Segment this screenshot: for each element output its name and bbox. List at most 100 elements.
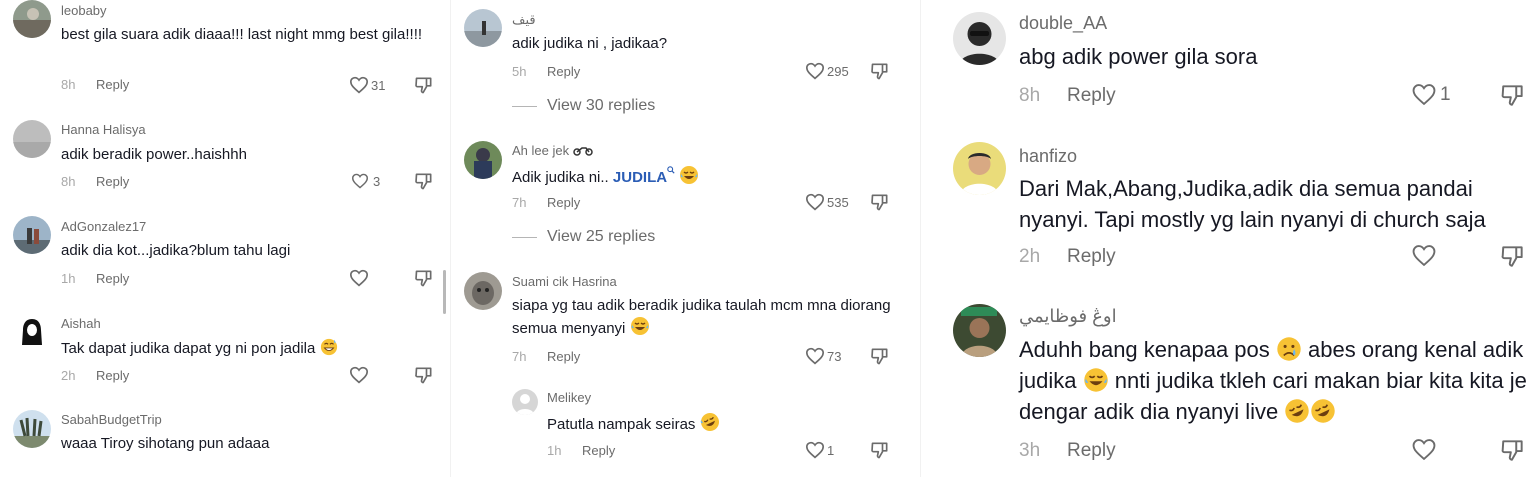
motorcycle-emoji — [572, 147, 593, 156]
comment-username[interactable]: AdGonzalez17 — [61, 219, 146, 234]
like-button[interactable]: 1 — [805, 441, 834, 459]
grinning-sweat-emoji — [320, 338, 337, 356]
like-button[interactable]: 1 — [1411, 83, 1451, 106]
comment-time: 5h — [512, 64, 527, 79]
like-count: 31 — [371, 77, 386, 93]
heart-outline-icon — [805, 347, 825, 365]
heart-outline-icon — [349, 269, 369, 287]
avatar[interactable] — [953, 142, 1006, 195]
comment-username[interactable]: قيف — [512, 12, 536, 28]
tears-of-joy-emoji — [680, 166, 699, 184]
dislike-button[interactable] — [870, 440, 890, 465]
comment-text: siapa yg tau adik beradik judika taulah … — [512, 297, 891, 338]
avatar[interactable] — [464, 141, 502, 179]
like-button[interactable] — [1411, 244, 1437, 267]
comment-username[interactable]: Melikey — [547, 390, 591, 405]
avatar[interactable] — [13, 410, 51, 448]
dislike-button[interactable] — [414, 75, 434, 100]
like-button[interactable]: 73 — [805, 347, 841, 365]
comment-username[interactable]: Ah lee jek — [512, 143, 593, 158]
column-divider — [920, 0, 921, 477]
comment-text: best gila suara adik diaaa!!! last night… — [61, 26, 423, 43]
like-count: 535 — [827, 194, 849, 210]
comment-username[interactable]: leobaby — [61, 3, 107, 18]
avatar[interactable] — [953, 12, 1006, 65]
comment-username[interactable]: double_AA — [1019, 13, 1107, 34]
comment-username[interactable]: SabahBudgetTrip — [61, 412, 162, 427]
avatar[interactable] — [13, 313, 51, 351]
view-replies-button[interactable]: View 30 replies — [512, 97, 655, 115]
like-button[interactable] — [1411, 438, 1437, 461]
avatar[interactable] — [464, 272, 502, 310]
dislike-button[interactable] — [414, 171, 434, 196]
like-button[interactable]: 31 — [349, 76, 385, 94]
comment-username[interactable]: Aishah — [61, 316, 101, 331]
avatar[interactable] — [953, 304, 1006, 357]
avatar[interactable] — [13, 216, 51, 254]
reply-button[interactable]: Reply — [582, 443, 615, 458]
avatar[interactable] — [13, 0, 51, 38]
thumbs-down-icon — [871, 348, 888, 365]
search-icon — [667, 166, 675, 174]
column-divider — [450, 0, 451, 477]
reply-button[interactable]: Reply — [1067, 246, 1116, 268]
sad-tear-emoji — [1277, 337, 1301, 361]
like-count: 295 — [827, 63, 849, 79]
comment-text: waaa Tiroy sihotang pun adaaa — [61, 435, 270, 452]
view-replies-button[interactable]: View 25 replies — [512, 228, 655, 246]
avatar[interactable] — [13, 120, 51, 158]
comment-text: Adik judika ni.. JUDILA — [512, 165, 902, 188]
heart-outline-icon — [351, 173, 369, 189]
thumbs-down-icon — [871, 442, 888, 459]
comments-column-3: double_AA abg adik power gila sora 8h Re… — [940, 0, 1538, 477]
heart-outline-icon — [349, 366, 369, 384]
like-button[interactable]: 3 — [351, 173, 380, 189]
dislike-button[interactable] — [870, 61, 890, 86]
comments-column-1: leobaby best gila suara adik diaaa!!! la… — [0, 0, 448, 477]
comment-username[interactable]: Hanna Halisya — [61, 122, 146, 137]
reply-button[interactable]: Reply — [1067, 440, 1116, 462]
hashtag-link[interactable]: JUDILA — [613, 169, 667, 186]
comment-text: adik beradik power..haishhh — [61, 146, 247, 163]
like-count: 1 — [1440, 83, 1451, 105]
comment-username[interactable]: Suami cik Hasrina — [512, 274, 617, 289]
dislike-button[interactable] — [870, 192, 890, 217]
reply-button[interactable]: Reply — [96, 77, 129, 92]
dislike-button[interactable] — [870, 346, 890, 371]
comment-time: 3h — [1019, 440, 1041, 461]
dislike-button[interactable] — [1500, 437, 1526, 468]
dislike-button[interactable] — [1500, 82, 1526, 113]
reply-button[interactable]: Reply — [96, 174, 129, 189]
thumbs-down-icon — [871, 63, 888, 80]
thumbs-down-icon — [415, 367, 432, 384]
reply-button[interactable]: Reply — [96, 368, 129, 383]
avatar[interactable] — [512, 389, 538, 415]
comment-time: 7h — [512, 195, 527, 210]
comment-username[interactable]: اوڠ فوظايمي — [1019, 306, 1117, 327]
comment-time: 2h — [61, 368, 76, 383]
comment-username[interactable]: hanfizo — [1019, 146, 1077, 167]
reply-button[interactable]: Reply — [96, 271, 129, 286]
comment-time: 1h — [61, 271, 76, 286]
comment-time: 8h — [61, 174, 76, 189]
dislike-button[interactable] — [1500, 243, 1526, 274]
like-button[interactable] — [349, 366, 369, 384]
scrollbar[interactable] — [443, 270, 446, 314]
reply-button[interactable]: Reply — [1067, 85, 1116, 107]
thumbs-down-icon — [1501, 85, 1523, 106]
dislike-button[interactable] — [414, 268, 434, 293]
heart-outline-icon — [1412, 245, 1436, 267]
comment-time: 1h — [547, 443, 562, 458]
reply-button[interactable]: Reply — [547, 64, 580, 79]
like-button[interactable]: 295 — [805, 62, 849, 80]
comments-column-2: قيف adik judika ni , jadikaa? 5h Reply 2… — [455, 0, 908, 477]
like-button[interactable]: 535 — [805, 193, 849, 211]
dislike-button[interactable] — [414, 365, 434, 390]
reply-button[interactable]: Reply — [547, 349, 580, 364]
comment-time: 8h — [61, 77, 76, 92]
like-button[interactable] — [349, 269, 369, 287]
thumbs-down-icon — [1501, 246, 1523, 267]
avatar[interactable] — [464, 9, 502, 47]
rolling-laughing-emoji — [1311, 398, 1336, 423]
reply-button[interactable]: Reply — [547, 195, 580, 210]
